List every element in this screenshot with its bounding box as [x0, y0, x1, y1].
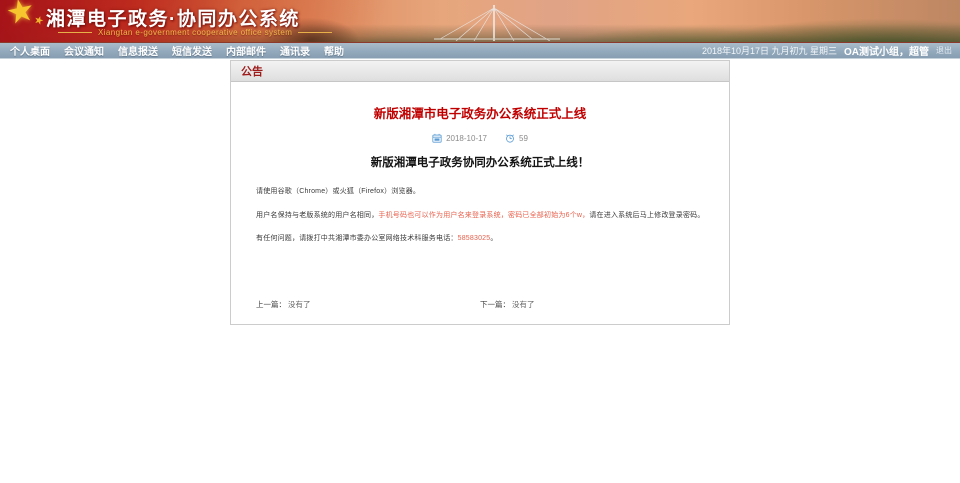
nav-item-info-report[interactable]: 信息报送: [118, 43, 158, 58]
paragraph-username-highlight: 手机号码也可以作为用户名来登录系统，密码已全部初始为6个w，: [378, 212, 589, 219]
calendar-icon: [432, 133, 442, 143]
current-user: OA测试小组，超管: [844, 43, 929, 58]
next-article-value: 没有了: [512, 299, 535, 310]
paragraph-username: 用户名保持与老版系统的用户名相同，手机号码也可以作为用户名来登录系统，密码已全部…: [256, 211, 704, 222]
paragraph-username-part1: 用户名保持与老版系统的用户名相同，: [256, 212, 378, 219]
site-subtitle-text: Xiangtan e-government cooperative office…: [98, 28, 292, 37]
views-icon: [505, 133, 515, 143]
announcement-date: 2018-10-17: [446, 134, 487, 143]
prev-article-label: 上一篇：: [256, 299, 286, 310]
header-banner: ★ ★ 湘潭电子政务·协同办公系统 Xiangtan e-government …: [0, 0, 960, 43]
main-nav: 个人桌面 会议通知 信息报送 短信发送 内部邮件 通讯录 帮助 2018年10月…: [0, 43, 960, 59]
site-subtitle-en: Xiangtan e-government cooperative office…: [58, 28, 332, 37]
site-title: 湘潭电子政务·协同办公系统: [46, 4, 300, 31]
nav-item-internal-mail[interactable]: 内部邮件: [226, 43, 266, 58]
paragraph-support-part1: 有任何问题，请拨打中共湘潭市委办公室网络技术科服务电话：: [256, 235, 458, 242]
paragraph-username-part2: 请在进入系统后马上修改登录密码。: [589, 212, 704, 219]
support-phone-number: 58583025: [458, 235, 491, 242]
announcement-views: 59: [519, 134, 528, 143]
announcement-title: 新版湘潭市电子政务办公系统正式上线: [256, 103, 704, 122]
bridge-illustration: [432, 1, 562, 41]
nav-user-area: 2018年10月17日 九月初九 星期三 OA测试小组，超管 退出: [702, 43, 960, 58]
paragraph-browser-text: 请使用谷歌（Chrome）或火狐（Firefox）浏览器。: [256, 188, 420, 195]
subtitle-line-right: [298, 32, 332, 33]
star-icon: ★: [2, 0, 38, 33]
prev-article-value: 没有了: [288, 299, 311, 310]
logout-link[interactable]: 退出: [936, 45, 952, 56]
nav-item-sms-send[interactable]: 短信发送: [172, 43, 212, 58]
nav-item-personal-desktop[interactable]: 个人桌面: [10, 43, 50, 58]
datetime-text: 2018年10月17日 九月初九 星期三: [702, 44, 837, 57]
panel-title: 公告: [241, 63, 263, 79]
announcement-panel: 公告 新版湘潭市电子政务办公系统正式上线 2018-10-17 59 新: [230, 60, 730, 325]
announcement-subtitle: 新版湘潭电子政务协同办公系统正式上线！: [256, 154, 704, 170]
panel-header: 公告: [231, 61, 729, 82]
article-pager: 上一篇： 没有了 下一篇： 没有了: [256, 299, 704, 310]
paragraph-browser: 请使用谷歌（Chrome）或火狐（Firefox）浏览器。: [256, 187, 704, 198]
next-article-label: 下一篇：: [480, 299, 510, 310]
prev-article: 上一篇： 没有了: [256, 299, 480, 310]
star-small-icon: ★: [32, 13, 45, 28]
next-article: 下一篇： 没有了: [480, 299, 704, 310]
nav-menu: 个人桌面 会议通知 信息报送 短信发送 内部邮件 通讯录 帮助: [0, 43, 358, 58]
subtitle-line-left: [58, 32, 92, 33]
announcement-meta: 2018-10-17 59: [256, 133, 704, 143]
nav-item-meeting-notice[interactable]: 会议通知: [64, 43, 104, 58]
paragraph-support: 有任何问题，请拨打中共湘潭市委办公室网络技术科服务电话：58583025。: [256, 234, 704, 245]
nav-item-contacts[interactable]: 通讯录: [280, 43, 310, 58]
nav-item-help[interactable]: 帮助: [324, 43, 344, 58]
paragraph-support-part2: 。: [490, 235, 497, 242]
announcement-body: 新版湘潭市电子政务办公系统正式上线 2018-10-17 59 新版湘潭电子政务…: [231, 82, 729, 324]
